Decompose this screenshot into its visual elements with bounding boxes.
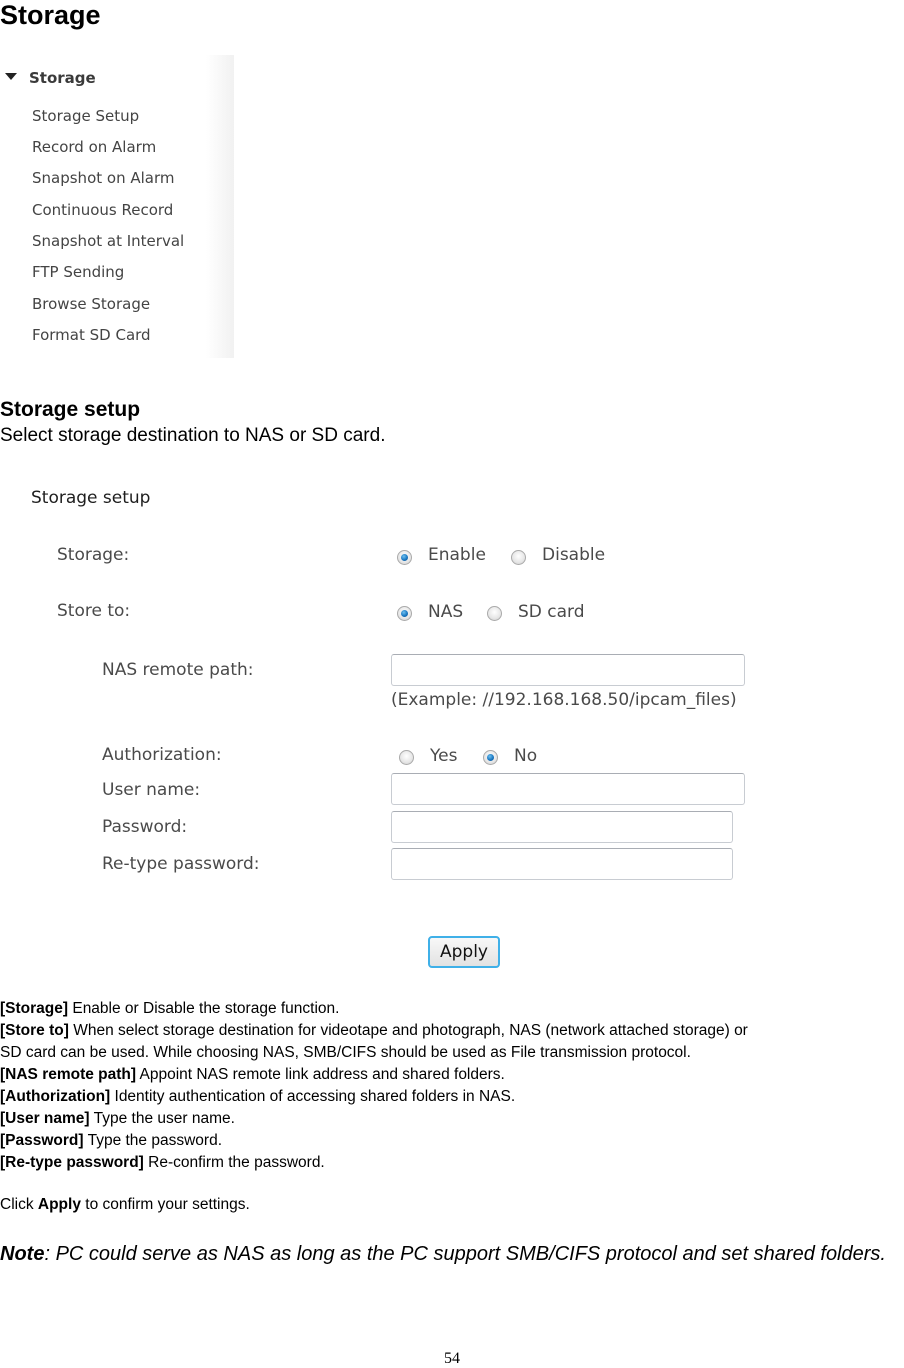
sidebar-item-snapshot-on-alarm[interactable]: Snapshot on Alarm [32, 169, 174, 187]
note-text: : PC could serve as NAS as long as the P… [44, 1243, 886, 1265]
desc-text: Appoint NAS remote link address and shar… [136, 1066, 505, 1083]
desc-term: [Store to] [0, 1022, 69, 1039]
section-intro: Select storage destination to NAS or SD … [0, 425, 386, 446]
sidebar-item-continuous-record[interactable]: Continuous Record [32, 201, 173, 219]
storage-label: Storage: [57, 545, 130, 565]
desc-term: [Re-type password] [0, 1154, 144, 1171]
sidebar-item-record-on-alarm[interactable]: Record on Alarm [32, 138, 156, 156]
authorization-label: Authorization: [102, 745, 222, 765]
desc-store-to: [Store to] When select storage destinati… [0, 1021, 748, 1040]
retype-password-input[interactable] [391, 848, 733, 880]
password-label: Password: [102, 817, 188, 837]
sidebar-item-browse-storage[interactable]: Browse Storage [32, 295, 150, 313]
note-label: Note [0, 1243, 45, 1265]
password-input[interactable] [391, 811, 733, 843]
store-to-sd-card-label[interactable]: SD card [518, 602, 585, 622]
user-name-input[interactable] [391, 773, 745, 805]
authorization-no-label[interactable]: No [514, 746, 537, 766]
desc-text: Re-confirm the password. [143, 1154, 325, 1171]
nas-remote-path-label: NAS remote path: [102, 660, 254, 680]
form-title: Storage setup [31, 488, 151, 508]
desc-term: [Password] [0, 1132, 84, 1149]
sidebar-item-ftp-sending[interactable]: FTP Sending [32, 263, 124, 281]
desc-term: [Storage] [0, 1000, 69, 1017]
store-to-label: Store to: [57, 601, 131, 621]
storage-disable-radio[interactable] [511, 550, 526, 565]
desc-text: When select storage destination for vide… [68, 1022, 748, 1039]
note: Note: PC could serve as NAS as long as t… [0, 1242, 900, 1266]
nas-remote-path-input[interactable] [391, 654, 745, 686]
click-apply-instruction: Click Apply to confirm your settings. [0, 1195, 250, 1214]
storage-enable-label[interactable]: Enable [428, 545, 486, 565]
authorization-yes-label[interactable]: Yes [430, 746, 457, 766]
authorization-yes-radio[interactable] [399, 750, 414, 765]
authorization-no-radio[interactable] [483, 750, 498, 765]
sidebar-item-snapshot-at-interval[interactable]: Snapshot at Interval [32, 232, 184, 250]
user-name-label: User name: [102, 780, 201, 800]
desc-term: [User name] [0, 1110, 90, 1127]
retype-password-label: Re-type password: [102, 854, 260, 874]
store-to-nas-radio[interactable] [397, 606, 412, 621]
storage-enable-radio[interactable] [397, 550, 412, 565]
sidebar-header[interactable]: Storage [5, 69, 96, 87]
desc-text: Type the password. [83, 1132, 222, 1149]
desc-password: [Password] Type the password. [0, 1131, 222, 1150]
section-title: Storage setup [0, 398, 141, 421]
desc-authorization: [Authorization] Identity authentication … [0, 1087, 515, 1106]
store-to-nas-label[interactable]: NAS [428, 602, 463, 622]
page-number: 54 [444, 1350, 460, 1367]
desc-user-name: [User name] Type the user name. [0, 1109, 235, 1128]
storage-sidebar-menu: Storage Storage Setup Record on Alarm Sn… [0, 55, 234, 358]
desc-retype-password: [Re-type password] Re-confirm the passwo… [0, 1153, 325, 1172]
page-title: Storage [0, 0, 101, 30]
click-apply-post: to confirm your settings. [80, 1196, 250, 1213]
storage-disable-label[interactable]: Disable [542, 545, 605, 565]
store-to-sd-card-radio[interactable] [487, 606, 502, 621]
desc-term: [Authorization] [0, 1088, 111, 1105]
desc-storage: [Storage] Enable or Disable the storage … [0, 999, 339, 1018]
desc-text: Enable or Disable the storage function. [68, 1000, 340, 1017]
desc-store-to-cont: SD card can be used. While choosing NAS,… [0, 1043, 691, 1062]
sidebar-header-label: Storage [29, 69, 96, 87]
desc-text: Identity authentication of accessing sha… [110, 1088, 516, 1105]
desc-text: SD card can be used. While choosing NAS,… [0, 1044, 691, 1061]
apply-button[interactable]: Apply [428, 936, 500, 968]
click-apply-pre: Click [0, 1196, 38, 1213]
nas-remote-path-example: (Example: //192.168.168.50/ipcam_files) [391, 690, 737, 710]
desc-text: Type the user name. [89, 1110, 235, 1127]
sidebar-item-format-sd-card[interactable]: Format SD Card [32, 326, 151, 344]
desc-term: [NAS remote path] [0, 1066, 137, 1083]
sidebar-item-storage-setup[interactable]: Storage Setup [32, 107, 139, 125]
desc-nas-remote-path: [NAS remote path] Appoint NAS remote lin… [0, 1065, 505, 1084]
click-apply-bold: Apply [37, 1196, 81, 1213]
collapse-triangle-icon[interactable] [5, 73, 17, 80]
